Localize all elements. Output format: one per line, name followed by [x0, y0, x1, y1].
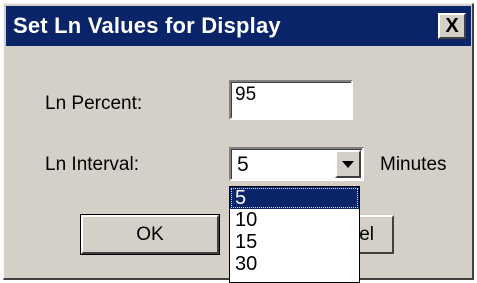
dropdown-option[interactable]: 5 [230, 187, 359, 209]
ln-percent-label: Ln Percent: [45, 93, 143, 114]
close-button[interactable]: X [438, 13, 466, 39]
chevron-down-icon [342, 160, 354, 168]
title-bar[interactable]: Set Ln Values for Display X [6, 6, 471, 46]
dropdown-arrow-button[interactable] [335, 150, 361, 178]
ln-interval-label: Ln Interval: [45, 154, 139, 175]
dropdown-option[interactable]: 10 [230, 209, 359, 231]
ln-interval-combobox[interactable]: 5 [229, 147, 364, 181]
ln-percent-input[interactable]: 95 [229, 80, 353, 120]
ok-button-label: OK [136, 223, 164, 245]
ln-interval-dropdown-list[interactable]: 5 10 15 30 [229, 186, 360, 283]
ok-button[interactable]: OK [80, 214, 220, 255]
close-icon: X [445, 15, 459, 37]
interval-unit-label: Minutes [380, 154, 447, 175]
ln-interval-value: 5 [237, 153, 249, 176]
dialog-title: Set Ln Values for Display [13, 13, 281, 38]
dropdown-option[interactable]: 15 [230, 231, 359, 253]
cancel-button-label: el [359, 223, 374, 245]
dropdown-option[interactable]: 30 [230, 253, 359, 275]
